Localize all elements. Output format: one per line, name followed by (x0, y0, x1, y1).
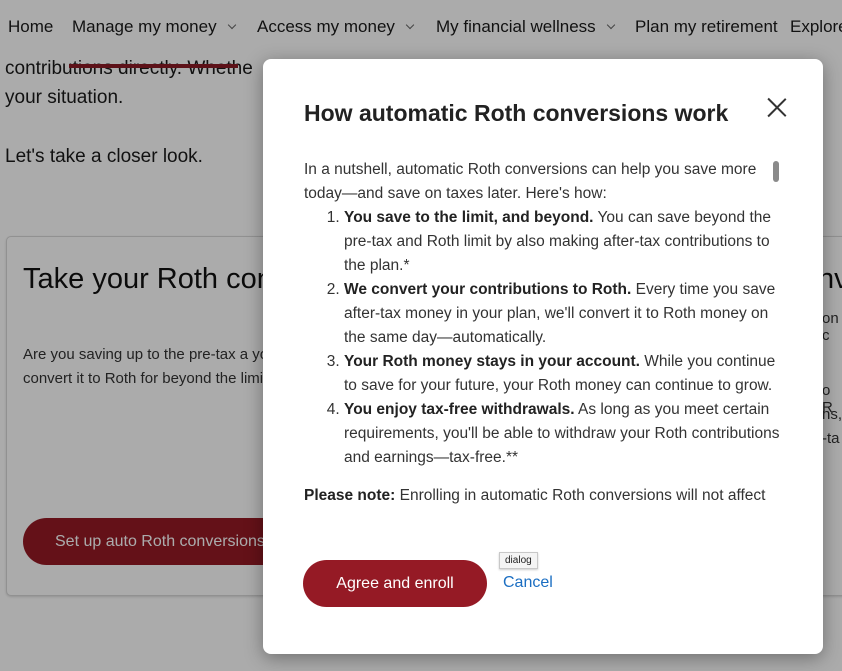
step-item: You enjoy tax-free withdrawals. As long … (344, 398, 784, 470)
step-item: Your Roth money stays in your account. W… (344, 350, 784, 398)
please-note: Please note: Enrolling in automatic Roth… (304, 484, 784, 508)
step-heading: You enjoy tax-free withdrawals. (344, 401, 575, 418)
step-heading: We convert your contributions to Roth. (344, 281, 632, 298)
dialog-intro: In a nutshell, automatic Roth conversion… (304, 161, 757, 202)
dialog-title: How automatic Roth conversions work (304, 100, 729, 126)
dialog-scroll-content[interactable]: In a nutshell, automatic Roth conversion… (304, 158, 784, 525)
step-heading: You save to the limit, and beyond. (344, 209, 594, 226)
dialog-tooltip: dialog (499, 552, 538, 569)
step-item: We convert your contributions to Roth. E… (344, 278, 784, 350)
cancel-link[interactable]: Cancel (503, 574, 553, 592)
step-item: You save to the limit, and beyond. You c… (344, 206, 784, 278)
step-heading: Your Roth money stays in your account. (344, 353, 640, 370)
note-text: Enrolling in automatic Roth conversions … (395, 487, 766, 504)
note-label: Please note: (304, 487, 396, 504)
scrollbar-thumb[interactable] (773, 161, 779, 182)
roth-conversion-dialog: How automatic Roth conversions work In a… (263, 59, 823, 654)
agree-and-enroll-button[interactable]: Agree and enroll (303, 560, 487, 607)
close-icon[interactable] (766, 97, 788, 119)
steps-list: You save to the limit, and beyond. You c… (344, 206, 784, 470)
